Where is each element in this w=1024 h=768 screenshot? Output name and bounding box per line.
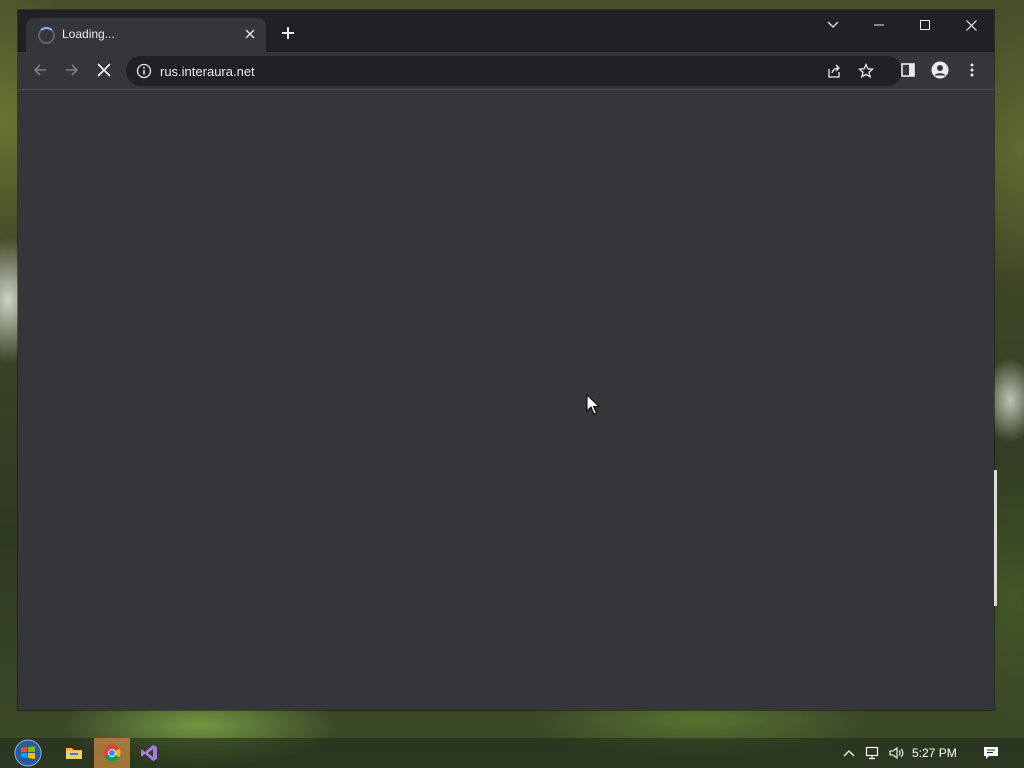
- forward-button[interactable]: [58, 56, 86, 84]
- loading-spinner-icon: [38, 27, 55, 44]
- chrome-taskbar-icon[interactable]: [94, 738, 130, 768]
- browser-menu-icon[interactable]: [958, 56, 986, 84]
- network-icon[interactable]: [860, 738, 886, 768]
- bookmark-star-icon[interactable]: [852, 57, 880, 85]
- action-center-icon[interactable]: [974, 738, 1008, 768]
- start-button[interactable]: [8, 738, 48, 768]
- side-panel-icon[interactable]: [894, 56, 922, 84]
- tab-strip: Loading...: [18, 10, 994, 52]
- tab-search-icon[interactable]: [810, 10, 856, 40]
- new-tab-button[interactable]: [276, 23, 300, 47]
- maximize-button[interactable]: [902, 10, 948, 40]
- browser-toolbar: rus.interaura.net: [18, 52, 994, 90]
- profile-avatar-icon[interactable]: [926, 56, 954, 84]
- volume-icon[interactable]: [884, 738, 910, 768]
- file-explorer-icon[interactable]: [56, 738, 92, 768]
- tab-close-icon[interactable]: [240, 24, 260, 44]
- back-button[interactable]: [26, 56, 54, 84]
- address-bar[interactable]: rus.interaura.net: [126, 56, 902, 86]
- stop-loading-button[interactable]: [90, 56, 118, 84]
- page-content-area[interactable]: [18, 90, 994, 710]
- taskbar-clock[interactable]: 5:27 PM: [912, 746, 957, 760]
- tab-title: Loading...: [62, 27, 115, 41]
- browser-tab[interactable]: Loading...: [26, 18, 266, 52]
- site-info-icon[interactable]: [136, 63, 152, 79]
- browser-window: Loading... rus.interaura.net: [18, 10, 994, 710]
- taskbar: 5:27 PM: [0, 738, 1024, 768]
- share-icon[interactable]: [820, 57, 848, 85]
- close-window-button[interactable]: [948, 10, 994, 40]
- desktop-edge-highlight: [994, 470, 997, 606]
- mouse-cursor-icon: [586, 393, 601, 416]
- url-text: rus.interaura.net: [160, 64, 255, 79]
- visual-studio-icon[interactable]: [131, 738, 167, 768]
- minimize-button[interactable]: [856, 10, 902, 40]
